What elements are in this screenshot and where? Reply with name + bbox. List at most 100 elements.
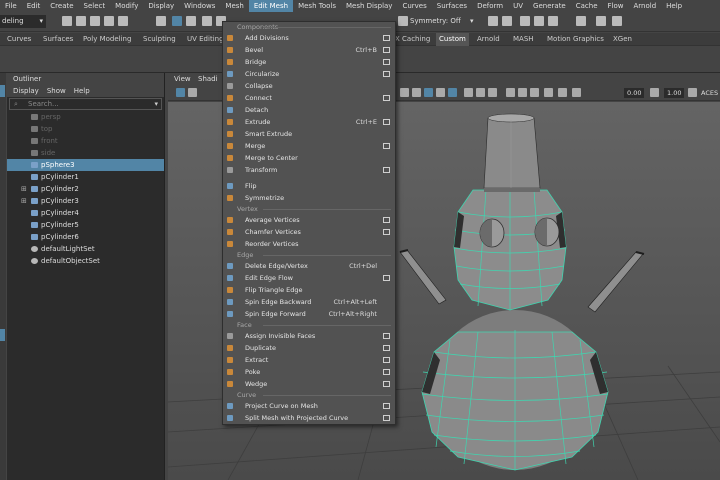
menu-uv[interactable]: UV — [508, 0, 528, 12]
option-box-icon[interactable] — [383, 59, 390, 65]
option-box-icon[interactable] — [383, 95, 390, 101]
option-box-icon[interactable] — [383, 47, 390, 53]
menu-mesh-display[interactable]: Mesh Display — [341, 0, 397, 12]
menu-windows[interactable]: Windows — [179, 0, 220, 12]
menu-item-delete-edge-vertex[interactable]: Delete Edge/Vertex Ctrl+Del — [223, 260, 395, 272]
option-box-icon[interactable] — [383, 415, 390, 421]
menu-item-average-vertices[interactable]: Average Vertices — [223, 214, 395, 226]
paint-select-icon[interactable] — [186, 16, 196, 26]
field-chart-icon[interactable] — [558, 88, 567, 97]
menu-item-wedge[interactable]: Wedge — [223, 378, 395, 390]
menu-item-flip-triangle-edge[interactable]: Flip Triangle Edge — [223, 284, 395, 296]
menu-edit-mesh[interactable]: Edit Mesh — [248, 0, 294, 12]
outliner-menu-show[interactable]: Show — [47, 85, 66, 97]
outliner-item-pcylinder6[interactable]: pCylinder6 — [7, 231, 164, 243]
viewport-menu-shading[interactable]: Shadi — [198, 73, 218, 85]
shelf-tab-mash[interactable]: MASH — [510, 33, 537, 46]
menu-item-merge[interactable]: Merge — [223, 140, 395, 152]
menu-item-extract[interactable]: Extract — [223, 354, 395, 366]
textured-icon[interactable] — [436, 88, 445, 97]
option-box-icon[interactable] — [383, 71, 390, 77]
outliner-menu-help[interactable]: Help — [74, 85, 90, 97]
tool-icon[interactable] — [488, 16, 498, 26]
shelf-tab-surfaces[interactable]: Surfaces — [40, 33, 76, 46]
menu-item-extrude[interactable]: Extrude Ctrl+E — [223, 116, 395, 128]
menu-create[interactable]: Create — [45, 0, 78, 12]
menu-item-merge-to-center[interactable]: Merge to Center — [223, 152, 395, 164]
menu-arnold[interactable]: Arnold — [629, 0, 662, 12]
grid-icon[interactable] — [400, 88, 409, 97]
menu-edit[interactable]: Edit — [22, 0, 46, 12]
menu-item-edit-edge-flow[interactable]: Edit Edge Flow — [223, 272, 395, 284]
select-tool-icon[interactable] — [156, 16, 166, 26]
menu-display[interactable]: Display — [143, 0, 179, 12]
menu-item-circularize[interactable]: Circularize — [223, 68, 395, 80]
menu-item-chamfer-vertices[interactable]: Chamfer Vertices — [223, 226, 395, 238]
render-icon[interactable] — [520, 16, 530, 26]
menu-item-symmetrize[interactable]: Symmetrize — [223, 192, 395, 204]
menu-item-detach[interactable]: Detach — [223, 104, 395, 116]
select-tool-icon[interactable] — [0, 85, 5, 97]
shelf-tab-x-caching[interactable]: X Caching — [392, 33, 433, 46]
camera-attrs-icon[interactable] — [188, 88, 197, 97]
shelf-tab-motion-graphics[interactable]: Motion Graphics — [544, 33, 607, 46]
viewport-menu-view[interactable]: View — [174, 73, 191, 85]
outliner-item-pcylinder1[interactable]: pCylinder1 — [7, 171, 164, 183]
menu-item-connect[interactable]: Connect — [223, 92, 395, 104]
isolate-icon[interactable] — [506, 88, 515, 97]
render-icon[interactable] — [534, 16, 544, 26]
menu-item-spin-edge-backward[interactable]: Spin Edge Backward Ctrl+Alt+Left — [223, 296, 395, 308]
option-box-icon[interactable] — [383, 369, 390, 375]
menu-flow[interactable]: Flow — [603, 0, 629, 12]
redo-icon[interactable] — [118, 16, 128, 26]
wireframe-icon[interactable] — [412, 88, 421, 97]
shelf-tab-uv-editing[interactable]: UV Editing — [184, 33, 227, 46]
option-box-icon[interactable] — [383, 403, 390, 409]
outliner-item-pcylinder5[interactable]: pCylinder5 — [7, 219, 164, 231]
undo-icon[interactable] — [104, 16, 114, 26]
option-box-icon[interactable] — [383, 35, 390, 41]
menu-item-flip[interactable]: Flip — [223, 180, 395, 192]
menu-set-select[interactable]: deling ▾ — [0, 15, 46, 28]
render-icon[interactable] — [548, 16, 558, 26]
view-transform-label[interactable]: ACES — [701, 88, 718, 98]
camera-icon[interactable] — [176, 88, 185, 97]
menu-surfaces[interactable]: Surfaces — [432, 0, 472, 12]
new-scene-icon[interactable] — [62, 16, 72, 26]
menu-item-bevel[interactable]: Bevel Ctrl+B — [223, 44, 395, 56]
layout-icon[interactable] — [612, 16, 622, 26]
menu-item-bridge[interactable]: Bridge — [223, 56, 395, 68]
shelf-tab-custom[interactable]: Custom — [436, 33, 469, 46]
option-box-icon[interactable] — [383, 217, 390, 223]
option-box-icon[interactable] — [383, 381, 390, 387]
gamma-field[interactable]: 1.00 — [664, 88, 685, 98]
menu-item-add-divisions[interactable]: Add Divisions — [223, 32, 395, 44]
menu-generate[interactable]: Generate — [528, 0, 571, 12]
option-box-icon[interactable] — [383, 275, 390, 281]
shadows-icon[interactable] — [476, 88, 485, 97]
resolution-gate-icon[interactable] — [518, 88, 527, 97]
outliner-item-defaultobjectset[interactable]: defaultObjectSet — [7, 255, 164, 267]
option-box-icon[interactable] — [383, 229, 390, 235]
menu-modify[interactable]: Modify — [110, 0, 143, 12]
shelf-tab-curves[interactable]: Curves — [4, 33, 34, 46]
menu-item-reorder-vertices[interactable]: Reorder Vertices — [223, 238, 395, 250]
outliner-item-psphere3[interactable]: pSphere3 — [7, 159, 164, 171]
outliner-item-side[interactable]: side — [7, 147, 164, 159]
outliner-menu-display[interactable]: Display — [13, 85, 39, 97]
menu-mesh-tools[interactable]: Mesh Tools — [293, 0, 341, 12]
expand-icon[interactable]: ⊞ — [21, 183, 27, 195]
lighting-icon[interactable] — [464, 88, 473, 97]
menu-item-duplicate[interactable]: Duplicate — [223, 342, 395, 354]
menu-item-transform[interactable]: Transform — [223, 164, 395, 176]
outliner-item-defaultlightset[interactable]: defaultLightSet — [7, 243, 164, 255]
expand-icon[interactable]: ⊞ — [21, 195, 27, 207]
save-scene-icon[interactable] — [90, 16, 100, 26]
shelf-tab-poly-modeling[interactable]: Poly Modeling — [80, 33, 134, 46]
menu-cache[interactable]: Cache — [571, 0, 603, 12]
menu-item-spin-edge-forward[interactable]: Spin Edge Forward Ctrl+Alt+Right — [223, 308, 395, 320]
option-box-icon[interactable] — [383, 167, 390, 173]
option-box-icon[interactable] — [383, 143, 390, 149]
outliner-search-input[interactable]: ⌕ Search... ▾ — [9, 98, 162, 110]
menu-curves[interactable]: Curves — [397, 0, 431, 12]
